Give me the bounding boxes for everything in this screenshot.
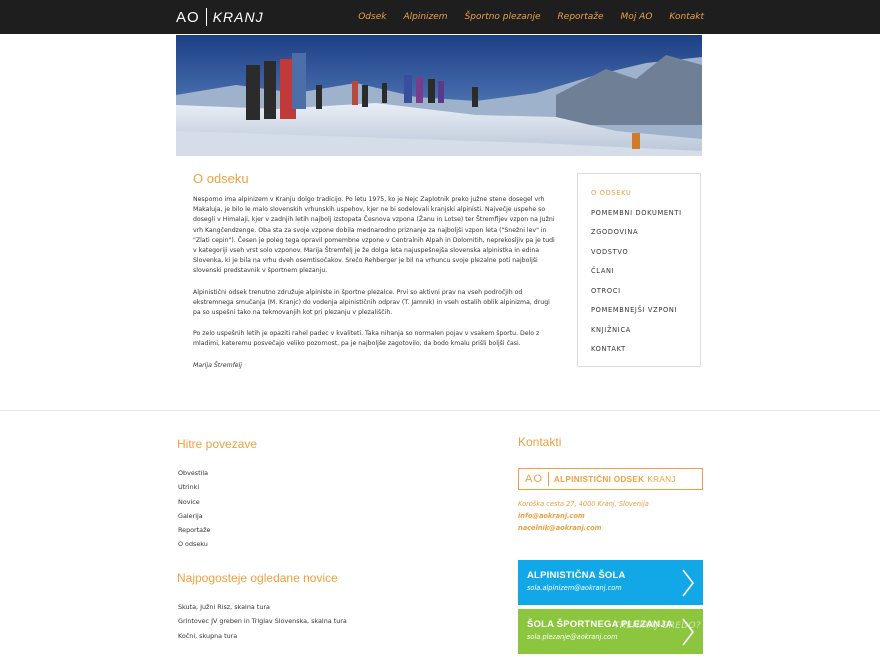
brand-separator [547, 472, 549, 486]
club-brand-box: AO ALPINISTIČNI ODSEK KRANJ [518, 468, 703, 490]
nav-sportno-plezanje[interactable]: Športno plezanje [465, 12, 541, 22]
logo-separator [205, 8, 207, 26]
nav-odsek[interactable]: Odsek [358, 12, 386, 22]
chevron-right-icon [682, 618, 695, 646]
article-signature: Marija Štremfelj [193, 361, 243, 369]
sidebar-item-pomembni-dokumenti[interactable]: POMEMBNI DOKUMENTI [591, 204, 700, 224]
quick-link[interactable]: Obvestila [178, 466, 210, 480]
sidebar-item-knjiznica[interactable]: KNJIŽNICA [591, 321, 700, 341]
sidebar-item-zgodovina[interactable]: ZGODOVINA [591, 223, 700, 243]
sidebar-item-pomembnejsi-vzponi[interactable]: POMEMBNEJŠI VZPONI [591, 301, 700, 321]
sidebar-item-clani[interactable]: ČLANI [591, 262, 700, 282]
contact-address: Koroška cesta 27, 4000 Kranj, Slovenija [518, 500, 649, 508]
quick-link[interactable]: Utrinki [178, 480, 210, 494]
brand-name: ALPINISTIČNI ODSEK [553, 474, 645, 484]
contact-info: Koroška cesta 27, 4000 Kranj, Slovenija … [518, 498, 649, 534]
logo-ao: AO [176, 8, 200, 26]
quick-link[interactable]: Galerija [178, 509, 210, 523]
section-sidebar: O ODSEKU POMEMBNI DOKUMENTI ZGODOVINA VO… [577, 173, 701, 367]
sidebar-item-kontakt[interactable]: KONTAKT [591, 340, 700, 360]
article-paragraph: Nesporno ima alpinizem v Kranju dolgo tr… [193, 196, 555, 275]
nav-reportaze[interactable]: Reportaže [558, 12, 604, 22]
nav-moj-ao[interactable]: Moj AO [621, 12, 653, 22]
chevron-right-icon [682, 569, 695, 597]
nav-alpinizem[interactable]: Alpinizem [403, 12, 447, 22]
popular-news-list: Skuta, Južni Risz, skalna tura Grintovec… [178, 600, 347, 643]
hero-photo [176, 35, 702, 156]
section-divider [0, 410, 880, 411]
top-navigation-bar: AO KRANJ Odsek Alpinizem Športno plezanj… [0, 0, 880, 34]
brand-ao: AO [525, 473, 543, 485]
sidebar-item-otroci[interactable]: OTROCI [591, 282, 700, 302]
climbing-school-email: sola.plezanje@aokranj.com [527, 633, 618, 641]
popular-news-item[interactable]: Skuta, Južni Risz, skalna tura [178, 600, 347, 614]
quick-links-list: Obvestila Utrinki Novice Galerija Report… [178, 466, 210, 552]
quick-link[interactable]: O odseku [178, 537, 210, 551]
alpine-school-button[interactable]: ALPINISTIČNA ŠOLA sola.alpinizem@aokranj… [518, 560, 703, 605]
logo-text: KRANJ [212, 9, 264, 25]
alpine-school-title: ALPINISTIČNA ŠOLA [527, 570, 626, 581]
nav-kontakt[interactable]: Kontakt [669, 12, 704, 22]
article-body: Nesporno ima alpinizem v Kranju dolgo tr… [193, 195, 555, 382]
popular-news-item[interactable]: Grintovec JV greben in Triglav Slovenska… [178, 614, 347, 628]
popular-news-title: Najpogosteje ogledane novice [177, 571, 338, 585]
quick-link[interactable]: Reportaže [178, 523, 210, 537]
quick-links-title: Hitre povezave [177, 437, 258, 451]
main-nav: Odsek Alpinizem Športno plezanje Reporta… [358, 0, 704, 34]
contact-email-nacelnik[interactable]: nacelnik@aokranj.com [518, 522, 649, 534]
article-paragraph: Alpinistični odsek trenutno združuje alp… [193, 288, 550, 317]
contact-email-info[interactable]: info@aokranj.com [518, 510, 649, 522]
contacts-title: Kontakti [518, 435, 562, 449]
popular-news-item[interactable]: Kočni, skupna tura [178, 629, 347, 643]
sidebar-item-vodstvo[interactable]: VODSTVO [591, 243, 700, 263]
site-logo[interactable]: AO KRANJ [176, 7, 264, 27]
climbing-school-button[interactable]: TRENIRAJ GREDO? ŠOLA ŠPORTNEGA PLEZANJA … [518, 609, 703, 654]
quick-link[interactable]: Novice [178, 495, 210, 509]
brand-city: KRANJ [647, 474, 676, 484]
alpine-school-email: sola.alpinizem@aokranj.com [527, 584, 622, 592]
page-title: O odseku [193, 171, 249, 186]
sidebar-item-o-odseku[interactable]: O ODSEKU [591, 184, 700, 204]
article-paragraph: Po zelo uspešnih letih je opaziti rahel … [193, 330, 540, 348]
